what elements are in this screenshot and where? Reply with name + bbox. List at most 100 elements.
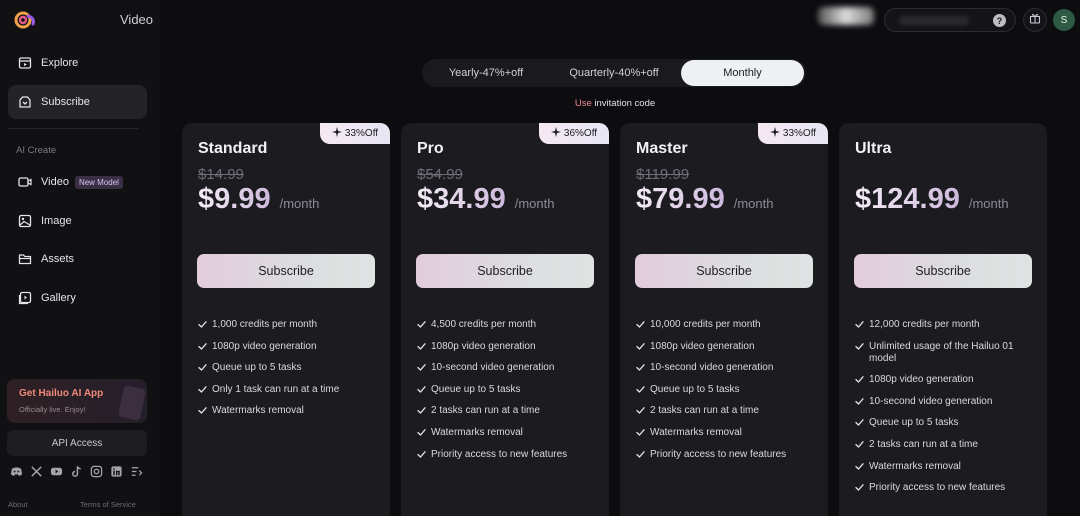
feature-item: Watermarks removal: [198, 405, 384, 417]
image-icon: [18, 214, 32, 228]
feature-item: Watermarks removal: [417, 427, 603, 439]
discount-text: 33%Off: [782, 128, 817, 139]
feature-text: Priority access to new features: [650, 448, 787, 460]
price-row: $124.99/month: [855, 183, 1009, 216]
check-icon: [636, 406, 645, 415]
feature-item: 10-second video generation: [417, 362, 603, 374]
video-icon: [18, 175, 32, 189]
invitation-code-link[interactable]: Use invitation code: [0, 98, 1080, 109]
feature-item: 1080p video generation: [855, 374, 1041, 386]
feature-item: 1080p video generation: [198, 341, 384, 353]
original-price: $119.99: [636, 166, 690, 183]
sidebar-item-assets[interactable]: Assets: [8, 242, 147, 276]
price-row: $34.99/month: [417, 183, 554, 216]
billing-period-toggle: Yearly-47%+off Quarterly-40%+off Monthly: [422, 59, 806, 87]
header-search-box[interactable]: ?: [884, 8, 1016, 32]
x-icon[interactable]: [30, 465, 43, 478]
plan-price: $124.99: [855, 183, 960, 215]
tiktok-icon[interactable]: [70, 465, 83, 478]
sidebar-item-gallery[interactable]: Gallery: [8, 281, 147, 315]
check-icon: [198, 363, 207, 372]
subscribe-button[interactable]: Subscribe: [635, 254, 813, 288]
about-link[interactable]: About: [8, 500, 28, 509]
feature-item: Only 1 task can run at a time: [198, 384, 384, 396]
original-price: $54.99: [417, 166, 463, 183]
hailuo-logo-icon: [14, 10, 36, 30]
terms-link[interactable]: Terms of Service: [80, 500, 136, 509]
social-links: [10, 465, 143, 478]
help-icon[interactable]: ?: [993, 14, 1006, 27]
check-icon: [855, 418, 864, 427]
plan-name: Ultra: [855, 140, 892, 157]
plan-name: Master: [636, 140, 688, 157]
sidebar-item-image[interactable]: Image: [8, 204, 147, 238]
feature-text: Unlimited usage of the Hailuo 01 model: [869, 340, 1014, 364]
price-row: $79.99/month: [636, 183, 773, 216]
feature-text: Queue up to 5 tasks: [431, 383, 521, 395]
price-period: /month: [733, 196, 774, 211]
subscribe-button[interactable]: Subscribe: [416, 254, 594, 288]
tab-yearly[interactable]: Yearly-47%+off: [428, 60, 544, 86]
plan-card-ultra: Ultra $124.99/month Subscribe 12,000 credit…: [839, 123, 1047, 516]
tab-quarterly[interactable]: Quarterly-40%+off: [546, 60, 682, 86]
product-label: Video: [120, 12, 154, 27]
feature-text: 2 tasks can run at a time: [431, 405, 540, 417]
plan-price: $34.99: [417, 183, 506, 215]
feature-list: 12,000 credits per month Unlimited usage …: [855, 319, 1041, 504]
check-icon: [855, 440, 864, 449]
sidebar-item-video[interactable]: Video New Model: [8, 165, 147, 199]
price-period: /month: [968, 196, 1009, 211]
feature-text: 10-second video generation: [869, 395, 993, 407]
check-icon: [636, 450, 645, 459]
check-icon: [198, 320, 207, 329]
discount-text: 33%Off: [344, 128, 379, 139]
feature-item: 1080p video generation: [417, 341, 603, 353]
instagram-icon[interactable]: [90, 465, 103, 478]
subscribe-button[interactable]: Subscribe: [854, 254, 1032, 288]
new-model-badge: New Model: [74, 175, 123, 189]
sparkle-icon: [550, 127, 561, 140]
sidebar-item-explore[interactable]: Explore: [8, 46, 147, 80]
sidebar-item-label: Image: [41, 215, 72, 227]
feature-text: Watermarks removal: [869, 460, 961, 472]
brand-logo[interactable]: Video: [14, 8, 164, 32]
discount-badge: 36%Off: [539, 123, 609, 144]
blurred-header-item: [818, 7, 874, 25]
feature-item: 2 tasks can run at a time: [855, 439, 1041, 451]
sparkle-icon: [769, 127, 780, 140]
feature-text: 1080p video generation: [212, 340, 317, 352]
feature-item: Watermarks removal: [855, 461, 1041, 473]
feature-item: Queue up to 5 tasks: [417, 384, 603, 396]
linkedin-icon[interactable]: [110, 465, 123, 478]
subscribe-button[interactable]: Subscribe: [197, 254, 375, 288]
check-icon: [417, 406, 426, 415]
feature-item: Queue up to 5 tasks: [198, 362, 384, 374]
feature-item: Priority access to new features: [855, 482, 1041, 494]
phone-illustration: [117, 385, 147, 421]
discord-icon[interactable]: [10, 465, 23, 478]
youtube-icon[interactable]: [50, 465, 63, 478]
avatar[interactable]: S: [1053, 9, 1075, 31]
check-icon: [855, 375, 864, 384]
check-icon: [855, 397, 864, 406]
feature-list: 1,000 credits per month 1080p video gener…: [198, 319, 384, 427]
sidebar-item-label: Gallery: [41, 292, 76, 304]
price-period: /month: [279, 196, 320, 211]
promo-subtitle: Officially live. Enjoy!: [19, 405, 86, 414]
feature-item: Priority access to new features: [636, 449, 822, 461]
check-icon: [855, 483, 864, 492]
list-icon[interactable]: [130, 465, 143, 478]
feature-item: Unlimited usage of the Hailuo 01 model: [855, 341, 1041, 365]
app-promo-banner[interactable]: Get Hailuo AI App Officially live. Enjoy…: [7, 379, 147, 423]
check-icon: [855, 320, 864, 329]
promo-title: Get Hailuo AI App: [19, 388, 104, 399]
gift-button[interactable]: [1023, 8, 1047, 32]
feature-text: 2 tasks can run at a time: [650, 405, 759, 417]
footer-links: About Terms of Service: [8, 500, 148, 509]
feature-text: 10,000 credits per month: [650, 319, 761, 330]
sidebar-divider: [8, 128, 138, 129]
tab-monthly[interactable]: Monthly: [681, 60, 804, 86]
feature-text: Queue up to 5 tasks: [650, 383, 740, 395]
feature-text: 1080p video generation: [431, 340, 536, 352]
api-access-button[interactable]: API Access: [7, 430, 147, 456]
